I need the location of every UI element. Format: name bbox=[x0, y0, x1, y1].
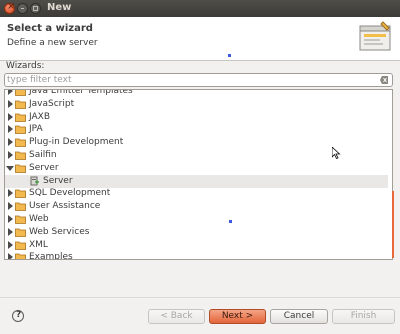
footer-divider bbox=[0, 297, 400, 298]
tree-folder-item[interactable]: SQL Development bbox=[5, 187, 388, 200]
tree-item-label: Java Emitter Templates bbox=[29, 89, 133, 96]
window-title: New bbox=[47, 2, 72, 13]
tree-item-label: Examples bbox=[29, 252, 73, 260]
collapsed-arrow-icon[interactable] bbox=[6, 151, 14, 159]
collapsed-arrow-icon[interactable] bbox=[6, 189, 14, 198]
minimize-window-button[interactable] bbox=[17, 3, 28, 14]
tree-item-label: Server bbox=[29, 162, 59, 173]
collapsed-arrow-icon[interactable] bbox=[6, 215, 14, 223]
filter-field[interactable] bbox=[4, 73, 393, 87]
collapsed-arrow-icon[interactable] bbox=[6, 202, 14, 211]
tree-item-label: SQL Development bbox=[29, 188, 111, 199]
collapsed-arrow-icon[interactable] bbox=[6, 112, 14, 121]
tree-folder-item[interactable]: JAXB bbox=[5, 111, 388, 124]
collapsed-arrow-icon[interactable] bbox=[6, 138, 14, 147]
folder-icon bbox=[15, 100, 26, 109]
next-button[interactable]: Next > bbox=[209, 309, 266, 324]
filter-input[interactable] bbox=[7, 74, 377, 86]
folder-icon bbox=[15, 253, 26, 259]
page-title: Select a wizard bbox=[7, 23, 93, 34]
page-description: Define a new server bbox=[7, 38, 98, 48]
collapsed-arrow-icon[interactable] bbox=[6, 240, 14, 249]
maximize-window-button[interactable] bbox=[30, 3, 41, 14]
back-button[interactable]: < Back bbox=[148, 309, 205, 324]
tree-item-label: JavaScript bbox=[29, 98, 75, 109]
folder-icon bbox=[15, 90, 26, 96]
tree-scrollbar[interactable] bbox=[392, 191, 394, 258]
folder-icon bbox=[15, 125, 26, 135]
tree-folder-item[interactable]: Web bbox=[5, 213, 388, 226]
tree-item-label: Web bbox=[29, 214, 49, 224]
tree-folder-item[interactable]: JavaScript bbox=[5, 98, 388, 111]
wizards-label: Wizards: bbox=[6, 61, 45, 71]
tree-item-label: XML bbox=[29, 239, 48, 250]
tree-item-label: Sailfin bbox=[29, 150, 57, 160]
finish-button[interactable]: Finish bbox=[332, 309, 395, 324]
clear-filter-icon[interactable] bbox=[380, 76, 389, 84]
tree-item-label: JAXB bbox=[29, 111, 50, 122]
tree-folder-item[interactable]: XML bbox=[5, 239, 388, 252]
tree-item-label: Plug-in Development bbox=[29, 137, 124, 148]
folder-icon bbox=[15, 215, 26, 224]
help-icon: ? bbox=[16, 310, 22, 320]
folder-icon bbox=[15, 189, 26, 199]
collapsed-arrow-icon[interactable] bbox=[6, 99, 14, 108]
tree-folder-item[interactable]: User Assistance bbox=[5, 200, 388, 213]
tree-child-item[interactable]: Server bbox=[5, 174, 388, 188]
title-bar: New bbox=[0, 0, 400, 17]
tree-folder-item[interactable]: Sailfin bbox=[5, 149, 388, 162]
help-button[interactable]: ? bbox=[12, 310, 24, 322]
folder-icon bbox=[15, 202, 26, 212]
collapsed-arrow-icon[interactable] bbox=[6, 253, 14, 260]
tree-folder-item[interactable]: Web Services bbox=[5, 226, 388, 239]
wizard-banner-icon bbox=[359, 21, 391, 51]
folder-icon bbox=[15, 151, 26, 160]
tree-folder-item[interactable]: Java Emitter Templates bbox=[5, 89, 388, 98]
tree-item-label: Web Services bbox=[29, 226, 90, 237]
blue-marker bbox=[228, 54, 231, 57]
collapsed-arrow-icon[interactable] bbox=[6, 89, 14, 95]
cancel-button[interactable]: Cancel bbox=[270, 309, 328, 324]
folder-icon bbox=[15, 241, 26, 250]
collapsed-arrow-icon[interactable] bbox=[6, 125, 14, 134]
folder-icon bbox=[15, 164, 26, 173]
folder-icon bbox=[15, 113, 26, 122]
tree-folder-item[interactable]: Plug-in Development bbox=[5, 136, 388, 149]
tree-item-label: Server bbox=[43, 175, 73, 186]
collapsed-arrow-icon[interactable] bbox=[6, 227, 14, 236]
folder-icon bbox=[15, 138, 26, 148]
folder-icon bbox=[15, 228, 26, 237]
close-window-button[interactable] bbox=[4, 1, 15, 14]
expanded-arrow-icon[interactable] bbox=[6, 164, 14, 172]
server-icon bbox=[30, 176, 39, 186]
tree-folder-item[interactable]: JPA bbox=[5, 123, 388, 136]
wizard-tree[interactable]: Java Emitter Templates JavaScript JAXB JPA P… bbox=[4, 89, 393, 260]
wizard-header: Select a wizard Define a new server bbox=[0, 17, 400, 61]
tree-item-label: User Assistance bbox=[29, 201, 101, 212]
tree-item-label: JPA bbox=[29, 124, 43, 135]
blue-marker bbox=[229, 220, 232, 223]
mouse-cursor-icon bbox=[332, 147, 341, 159]
tree-folder-item[interactable]: Server bbox=[5, 162, 388, 175]
tree-folder-item[interactable]: Examples bbox=[5, 251, 388, 260]
